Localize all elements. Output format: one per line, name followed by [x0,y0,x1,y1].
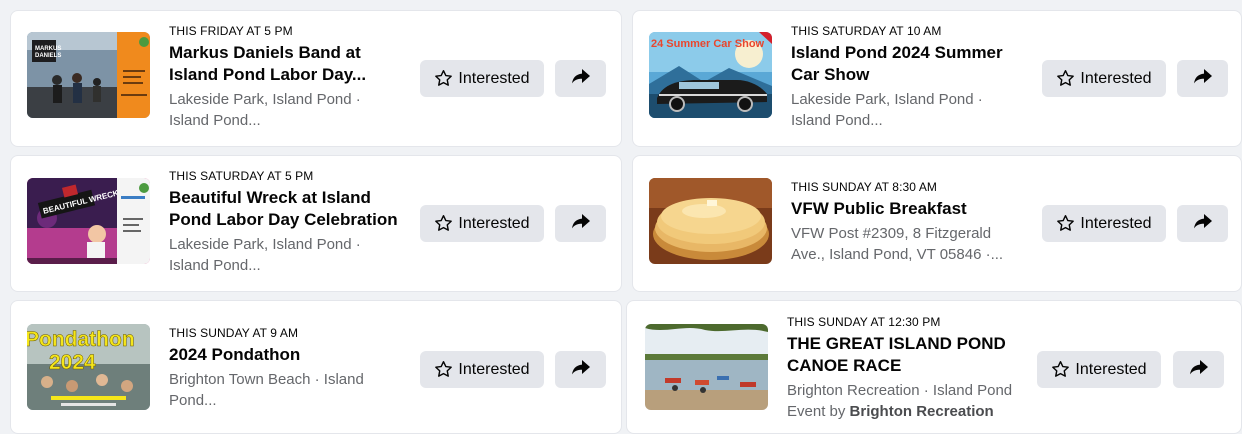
event-thumbnail[interactable]: MARKUS DANIELS [27,32,150,118]
share-button[interactable] [1173,351,1224,388]
event-host: Event by Brighton Recreation [787,403,994,420]
interested-label: Interested [1075,360,1147,378]
share-button[interactable] [555,351,606,388]
share-button[interactable] [1177,60,1228,97]
event-time: THIS SUNDAY AT 8:30 AM [791,180,938,194]
svg-text:24 Summer Car Show: 24 Summer Car Show [651,38,765,50]
interested-label: Interested [458,69,530,87]
event-thumbnail[interactable] [649,178,772,264]
event-card[interactable]: THIS SUNDAY AT 12:30 PM THE GREAT ISLAND… [626,300,1242,434]
event-card[interactable]: THIS SUNDAY AT 8:30 AM VFW Public Breakf… [632,155,1242,292]
event-location: Lakeside Park, Island Pond · Island Pond… [791,91,983,129]
event-card[interactable]: Pondathon 2024 THIS SUNDAY AT 9 AM 2024 … [10,300,622,434]
interested-label: Interested [1080,69,1152,87]
interested-button[interactable]: Interested [1042,205,1166,242]
interested-button[interactable]: Interested [420,60,544,97]
event-time: THIS SUNDAY AT 9 AM [169,326,299,340]
event-location: Lakeside Park, Island Pond · Island Pond… [169,236,361,274]
star-outline-icon [434,69,453,88]
event-thumbnail[interactable]: Pondathon 2024 [27,324,150,410]
event-title[interactable]: Island Pond 2024 Summer Car Show [791,42,1031,86]
interested-label: Interested [458,360,530,378]
star-outline-icon [434,360,453,379]
event-thumbnail[interactable] [645,324,768,410]
event-location: VFW Post #2309, 8 Fitzgerald Ave., Islan… [791,225,1004,263]
event-time: THIS SATURDAY AT 5 PM [169,169,314,183]
event-thumbnail[interactable]: 24 Summer Car Show [649,32,772,118]
event-title[interactable]: 2024 Pondathon [169,344,409,366]
share-arrow-icon [571,66,591,91]
share-arrow-icon [1193,66,1213,91]
interested-label: Interested [1080,214,1152,232]
interested-button[interactable]: Interested [420,351,544,388]
interested-button[interactable]: Interested [1037,351,1161,388]
interested-button[interactable]: Interested [1042,60,1166,97]
svg-text:2024: 2024 [49,351,96,374]
event-title[interactable]: Markus Daniels Band at Island Pond Labor… [169,42,409,86]
interested-button[interactable]: Interested [420,205,544,242]
event-card[interactable]: 24 Summer Car Show THIS SATURDAY AT 10 A… [632,10,1242,147]
event-title[interactable]: Beautiful Wreck at Island Pond Labor Day… [169,187,414,231]
svg-text:Pondathon: Pondathon [27,328,135,351]
star-outline-icon [434,214,453,233]
share-arrow-icon [1193,211,1213,236]
event-card[interactable]: BEAUTIFUL WRECK THIS SATURDAY AT 5 PM Be… [10,155,622,292]
event-card[interactable]: MARKUS DANIELS THIS FRIDAY AT 5 PM Marku… [10,10,622,147]
event-time: THIS SUNDAY AT 12:30 PM [787,315,941,329]
share-button[interactable] [1177,205,1228,242]
star-outline-icon [1056,69,1075,88]
event-location: Lakeside Park, Island Pond · Island Pond… [169,91,361,129]
svg-text:MARKUS: MARKUS [35,46,61,52]
svg-text:DANIELS: DANIELS [35,53,61,59]
star-outline-icon [1051,360,1070,379]
share-button[interactable] [555,60,606,97]
event-location: Brighton Town Beach · Island Pond... [169,371,364,409]
star-outline-icon [1056,214,1075,233]
event-title[interactable]: VFW Public Breakfast [791,198,1031,220]
event-title[interactable]: THE GREAT ISLAND POND CANOE RACE [787,333,1032,377]
event-location: Brighton Recreation · Island Pond Event … [787,380,1032,422]
event-thumbnail[interactable]: BEAUTIFUL WRECK [27,178,150,264]
interested-label: Interested [458,214,530,232]
event-time: THIS SATURDAY AT 10 AM [791,24,942,38]
share-button[interactable] [555,205,606,242]
share-arrow-icon [571,211,591,236]
share-arrow-icon [571,357,591,382]
event-time: THIS FRIDAY AT 5 PM [169,24,293,38]
share-arrow-icon [1189,357,1209,382]
